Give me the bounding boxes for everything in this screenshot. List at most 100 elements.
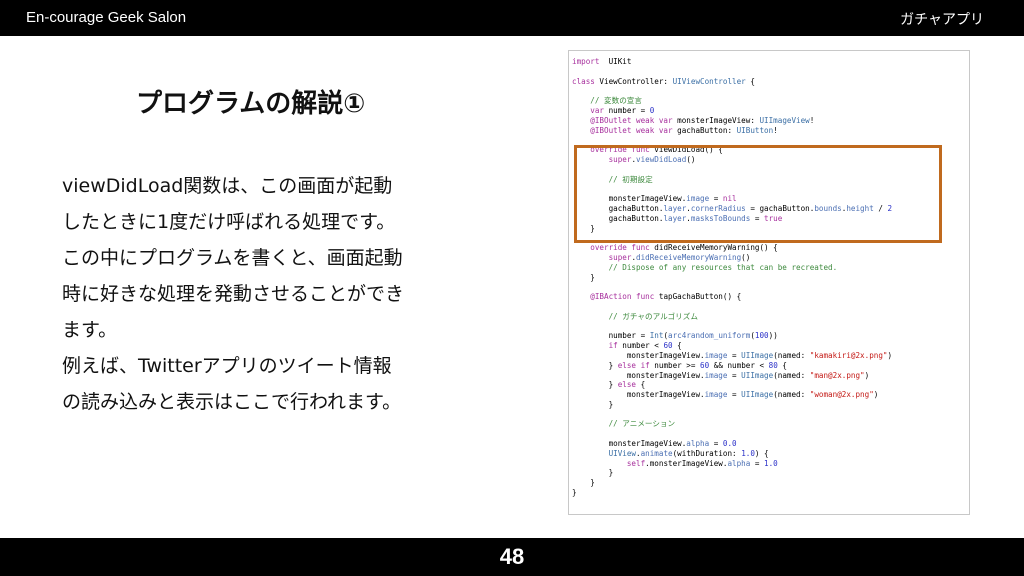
code-token: 1.0 bbox=[741, 448, 755, 458]
code-token: } bbox=[572, 468, 614, 478]
code-token: 60 bbox=[663, 341, 673, 351]
code-token: UIViewController bbox=[672, 76, 746, 86]
viewdidload-highlight-box bbox=[574, 145, 942, 243]
code-token: UIImage bbox=[741, 390, 774, 400]
page-number: 48 bbox=[499, 544, 525, 569]
code-token: ! bbox=[773, 125, 778, 135]
code-token: @IBOutlet weak var bbox=[572, 125, 673, 135]
explanation-line: viewDidLoad関数は、この画面が起動 bbox=[62, 175, 393, 197]
code-token: monsterImageView. bbox=[572, 390, 705, 400]
code-token: = bbox=[727, 370, 742, 380]
code-token: 1.0 bbox=[764, 458, 778, 468]
code-token: tapGachaButton() { bbox=[654, 292, 742, 302]
code-token: } bbox=[572, 488, 577, 498]
code-token: alpha bbox=[727, 458, 751, 468]
code-line: if number < 60 { bbox=[572, 341, 892, 351]
code-token: alpha bbox=[686, 439, 710, 449]
code-token: ) bbox=[873, 390, 879, 400]
code-token: image bbox=[704, 390, 728, 400]
code-token: 100 bbox=[754, 331, 769, 341]
code-token: } bbox=[572, 399, 614, 409]
code-token: 0 bbox=[649, 105, 655, 115]
code-line: import UIKit bbox=[572, 57, 892, 67]
footer-bar: 48 bbox=[0, 538, 1024, 576]
code-token: { bbox=[636, 380, 646, 390]
code-token: if bbox=[572, 341, 618, 351]
explanation-text: viewDidLoad関数は、この画面が起動 したときに1度だけ呼ばれる処理です… bbox=[62, 168, 502, 420]
code-token: number < bbox=[617, 341, 664, 351]
code-line: @IBOutlet weak var gachaButton: UIButton… bbox=[572, 126, 892, 136]
code-token: = bbox=[727, 350, 742, 360]
explanation-line: の読み込みと表示はここで行われます。 bbox=[62, 391, 402, 413]
code-token: 60 bbox=[700, 360, 710, 370]
code-token: var bbox=[572, 105, 605, 115]
code-screenshot: import UIKit class ViewController: UIVie… bbox=[568, 50, 970, 515]
code-line: } bbox=[572, 488, 892, 498]
code-token: self bbox=[572, 458, 646, 468]
code-line: @IBOutlet weak var monsterImageView: UII… bbox=[572, 116, 892, 126]
explanation-line: したときに1度だけ呼ばれる処理です。 bbox=[62, 211, 396, 233]
code-token: { bbox=[672, 341, 682, 351]
code-token: // ガチャのアルゴリズム bbox=[572, 311, 698, 321]
code-token: = bbox=[709, 439, 723, 449]
code-token: UIKit bbox=[599, 57, 632, 66]
explanation-line: 例えば、Twitterアプリのツイート情報 bbox=[62, 355, 392, 377]
code-line: } bbox=[572, 273, 892, 283]
code-token: (withDuration: bbox=[672, 448, 742, 458]
code-line: } bbox=[572, 468, 892, 478]
code-token: { bbox=[777, 360, 787, 370]
code-token: @IBOutlet weak var bbox=[572, 115, 673, 125]
code-line: // 変数の宣言 bbox=[572, 96, 892, 106]
code-token: number = bbox=[572, 331, 650, 341]
code-token: } bbox=[572, 380, 618, 390]
code-line: class ViewController: UIViewController { bbox=[572, 77, 892, 87]
code-token: () bbox=[741, 252, 751, 262]
code-token: monsterImageView. bbox=[572, 439, 687, 449]
explanation-line: ます。 bbox=[62, 319, 118, 341]
code-line: } else { bbox=[572, 380, 892, 390]
code-token: number >= bbox=[649, 360, 701, 370]
code-token: UIView bbox=[608, 448, 637, 458]
code-line: } bbox=[572, 400, 892, 410]
code-token: UIButton bbox=[736, 125, 774, 135]
code-token: didReceiveMemoryWarning bbox=[636, 252, 742, 262]
code-token: // 変数の宣言 bbox=[572, 96, 642, 106]
code-token: image bbox=[704, 370, 728, 380]
code-line: // ガチャのアルゴリズム bbox=[572, 312, 892, 322]
code-token: = bbox=[750, 458, 765, 468]
code-token: ViewController: bbox=[594, 76, 673, 86]
code-line: override func didReceiveMemoryWarning() … bbox=[572, 243, 892, 253]
code-token: super bbox=[572, 252, 632, 262]
code-line: } else if number >= 60 && number < 80 { bbox=[572, 361, 892, 371]
code-token: "woman@2x.png" bbox=[809, 390, 874, 400]
code-token: } bbox=[572, 272, 595, 282]
code-token: UIImage bbox=[741, 350, 774, 360]
code-token: && number < bbox=[709, 360, 769, 370]
code-line: // アニメーション bbox=[572, 419, 892, 429]
code-line: var number = 0 bbox=[572, 106, 892, 116]
code-token: image bbox=[704, 350, 728, 360]
code-token: (named: bbox=[773, 350, 810, 360]
code-line: // Dispose of any resources that can be … bbox=[572, 263, 892, 273]
explanation-line: この中にプログラムを書くと、画面起動 bbox=[62, 247, 403, 269]
code-line: self.monsterImageView.alpha = 1.0 bbox=[572, 459, 892, 469]
code-token: )) bbox=[768, 331, 778, 341]
code-token: override func bbox=[572, 243, 650, 253]
code-token: @IBAction func bbox=[572, 292, 655, 302]
code-token: ) bbox=[887, 350, 893, 360]
code-token: else bbox=[617, 380, 637, 390]
code-line: UIView.animate(withDuration: 1.0) { bbox=[572, 449, 892, 459]
code-token: UIImageView bbox=[759, 115, 810, 125]
header-course-title: En-courage Geek Salon bbox=[26, 9, 187, 26]
code-line: monsterImageView.image = UIImage(named: … bbox=[572, 390, 892, 400]
code-token: ) { bbox=[754, 448, 769, 458]
code-token: else if bbox=[617, 360, 650, 370]
code-token: didReceiveMemoryWarning() { bbox=[649, 243, 778, 253]
code-token: class bbox=[572, 76, 595, 86]
code-token: monsterImageView. bbox=[572, 350, 705, 360]
code-block: import UIKit class ViewController: UIVie… bbox=[572, 57, 892, 498]
